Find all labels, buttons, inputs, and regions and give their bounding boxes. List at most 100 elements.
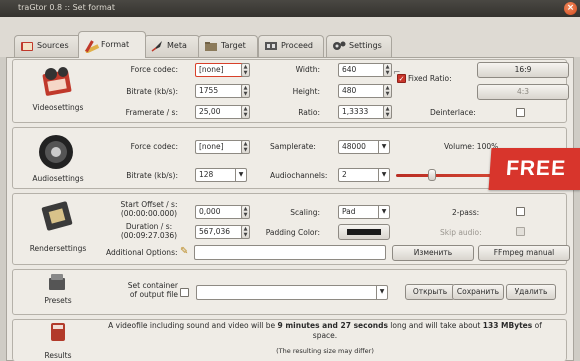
video-bitrate-label: Bitrate (kb/s):	[126, 87, 178, 96]
presets-icon	[46, 272, 68, 294]
tab-label: Settings	[349, 41, 382, 50]
summary-text-1: A videofile including sound and video wi…	[108, 321, 278, 330]
results-summary-line2: space.	[312, 331, 338, 340]
audio-bitrate-value: 128	[199, 170, 214, 179]
audio-force-codec-label: Force codec:	[130, 142, 178, 151]
volume-slider-handle[interactable]	[428, 169, 436, 181]
speaker-icon	[36, 132, 76, 174]
video-height-spinner[interactable]: ▲ ▼	[383, 84, 392, 98]
tab-label: Proceed	[281, 41, 314, 50]
chevron-down-icon[interactable]: ▼	[376, 285, 387, 299]
audio-bitrate-label: Bitrate (kb/s):	[126, 171, 178, 180]
tab-label: Meta	[167, 41, 187, 50]
tab-target[interactable]: Target	[198, 35, 258, 57]
video-height-label: Height:	[292, 87, 320, 96]
padding-color-swatch	[347, 229, 381, 235]
fixed-ratio-checkbox[interactable]: ✓	[397, 74, 406, 83]
video-ratio-spinner[interactable]: ▲ ▼	[383, 105, 392, 119]
set-container-label: Set container of output file	[124, 281, 178, 299]
video-width-spinner[interactable]: ▲ ▼	[383, 63, 392, 77]
skip-audio-checkbox[interactable]	[516, 227, 525, 236]
summary-text-3: of	[532, 321, 542, 330]
audio-force-codec-field[interactable]: [none]	[195, 140, 247, 154]
start-offset-label: Start Offset / s: (00:00:00.000)	[120, 200, 178, 218]
video-codec-spinner[interactable]: ▲ ▼	[241, 63, 250, 77]
video-framerate-spinner[interactable]: ▲ ▼	[241, 105, 250, 119]
calculator-icon	[48, 321, 68, 345]
summary-size: 133 MBytes	[482, 321, 533, 330]
filmstrip-icon	[264, 40, 278, 52]
video-framerate-input[interactable]: 25,00	[195, 105, 247, 119]
close-icon: ×	[566, 3, 575, 13]
close-button[interactable]: ×	[564, 2, 577, 15]
broom-icon[interactable]: ✎	[180, 246, 188, 257]
deinterlace-label: Deinterlace:	[430, 108, 476, 117]
two-pass-checkbox[interactable]	[516, 207, 525, 216]
audio-codec-spinner[interactable]: ▲ ▼	[241, 140, 250, 154]
additional-options-input[interactable]	[194, 245, 386, 260]
duration-sub: (00:09:27.036)	[120, 231, 178, 240]
tab-sources[interactable]: Sources	[14, 35, 82, 57]
gears-icon	[332, 40, 346, 52]
video-force-codec-label: Force codec:	[130, 65, 178, 74]
film-camera-icon	[38, 64, 78, 102]
video-force-codec-field[interactable]: [none]	[195, 63, 247, 77]
video-section-label: Videosettings	[32, 103, 84, 112]
deinterlace-checkbox[interactable]	[516, 108, 525, 117]
samplerate-label: Samplerate:	[270, 142, 316, 151]
summary-duration: 9 minutes and 27 seconds	[277, 321, 388, 330]
chevron-down-icon[interactable]: ▼	[378, 140, 389, 154]
additional-options-label: Additional Options:	[106, 248, 178, 257]
padding-color-button[interactable]	[338, 224, 390, 240]
chevron-down-icon[interactable]: ▼	[378, 168, 389, 182]
free-banner: FREE	[488, 148, 580, 190]
video-width-label: Width:	[295, 65, 320, 74]
tab-settings[interactable]: Settings	[326, 35, 392, 57]
results-summary: A videofile including sound and video wi…	[90, 321, 560, 330]
delete-button[interactable]: Удалить	[506, 284, 556, 300]
scaling-label: Scaling:	[290, 208, 320, 217]
set-container-checkbox[interactable]	[180, 288, 189, 297]
tab-bar: Sources Format Meta Target Proceed Setti…	[0, 17, 580, 58]
duration-spinner[interactable]: ▲ ▼	[241, 225, 250, 239]
start-offset-spinner[interactable]: ▲ ▼	[241, 205, 250, 219]
audio-section-label: Audiosettings	[32, 174, 84, 183]
skip-audio-label: Skip audio:	[440, 228, 482, 237]
scaling-value: Pad	[342, 207, 356, 216]
quill-icon	[150, 40, 164, 52]
set-container-text-1: Set container	[127, 281, 178, 290]
chip-icon	[40, 198, 76, 238]
chevron-down-icon[interactable]: ▼	[378, 205, 389, 219]
save-button[interactable]: Сохранить	[452, 284, 504, 300]
tab-label: Sources	[37, 41, 69, 50]
fixed-ratio-label: Fixed Ratio:	[408, 74, 452, 83]
video-bitrate-input[interactable]: 1755	[195, 84, 247, 98]
presets-section-label: Presets	[44, 296, 72, 305]
video-framerate-label: Framerate / s:	[125, 108, 178, 117]
change-button[interactable]: Изменить	[392, 245, 474, 261]
tab-proceed[interactable]: Proceed	[258, 35, 324, 57]
duration-input[interactable]: 567,036	[195, 225, 247, 239]
start-offset-input[interactable]: 0,000	[195, 205, 247, 219]
tab-label: Target	[221, 41, 246, 50]
ratio-4-3-button[interactable]: 4:3	[477, 84, 569, 100]
chevron-down-icon[interactable]: ▼	[235, 168, 246, 182]
tab-meta[interactable]: Meta	[144, 35, 200, 57]
audiochannels-label: Audiochannels:	[270, 171, 328, 180]
results-note: (The resulting size may differ)	[276, 347, 374, 355]
volume-label: Volume: 100%	[444, 142, 499, 151]
summary-text-2: long and will take about	[387, 321, 483, 330]
samplerate-value: 48000	[342, 142, 366, 151]
ratio-16-9-button[interactable]: 16:9	[477, 62, 569, 78]
video-bitrate-spinner[interactable]: ▲ ▼	[241, 84, 250, 98]
set-container-text-2: of output file	[129, 290, 178, 299]
preset-select[interactable]	[196, 285, 388, 300]
tab-format[interactable]: Format	[78, 31, 146, 58]
open-button[interactable]: Открыть	[405, 284, 455, 300]
video-ratio-label: Ratio:	[298, 108, 320, 117]
duration-label: Duration / s: (00:09:27.036)	[120, 222, 178, 240]
book-icon	[20, 40, 34, 52]
render-section-label: Rendersettings	[29, 244, 87, 253]
ffmpeg-manual-button[interactable]: FFmpeg manual	[478, 245, 570, 261]
title-bar: traGtor 0.8 :: Set format ×	[0, 0, 580, 17]
